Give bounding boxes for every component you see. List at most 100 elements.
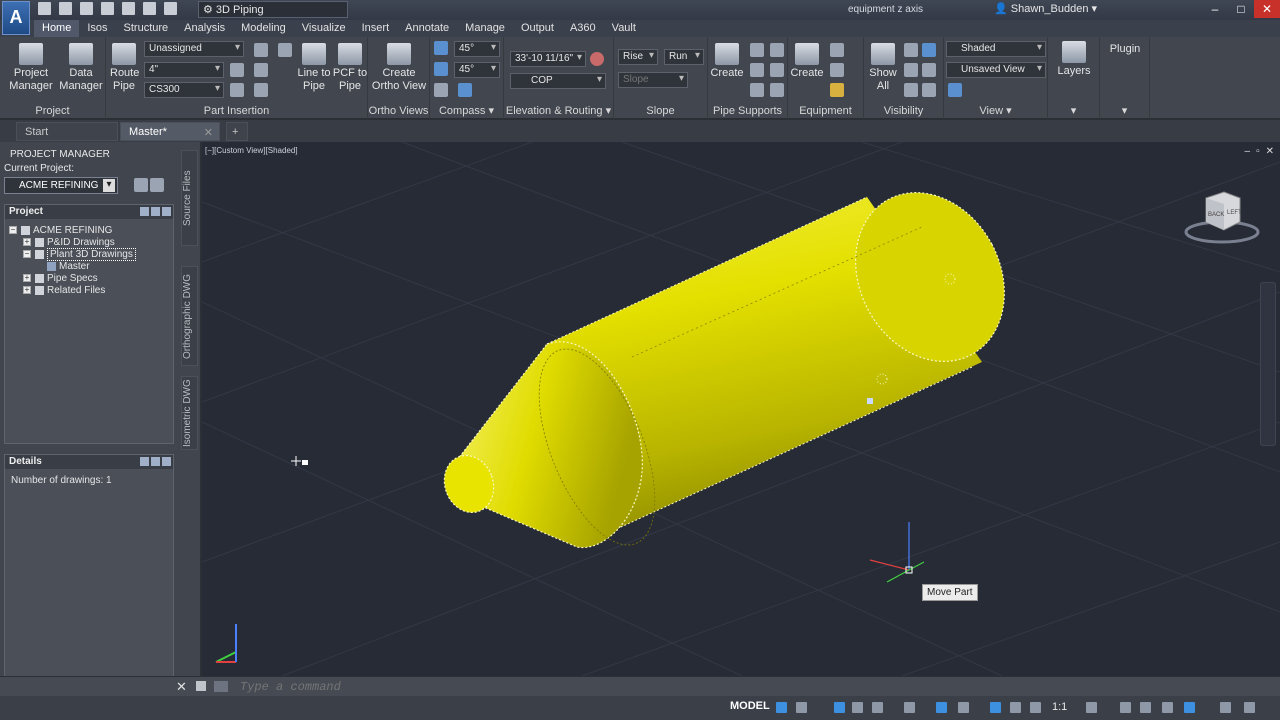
tool-icon-1[interactable] [254, 43, 268, 57]
vp-minimize-icon[interactable]: – [1245, 146, 1251, 157]
support-tool-2[interactable] [770, 43, 784, 57]
close-tab-icon[interactable]: ✕ [204, 126, 213, 139]
side-tab-ortho-dwg[interactable]: Orthographic DWG [181, 266, 198, 366]
pcf-to-pipe-button[interactable]: PCF to Pipe [332, 43, 368, 93]
maximize-button[interactable]: □ [1228, 0, 1254, 18]
drawing-viewport[interactable]: [−][Custom View][Shaded] – ▫ ✕ BACK LEFT… [202, 142, 1280, 676]
tab-start[interactable]: Start [16, 122, 118, 141]
hardware-accel-icon[interactable] [1162, 702, 1173, 713]
isolate-icon[interactable] [1140, 702, 1151, 713]
layers-expand[interactable]: ▾ [1048, 104, 1099, 117]
plugin-expand[interactable]: ▾ [1100, 104, 1149, 117]
panel-label-view[interactable]: View ▾ [944, 104, 1047, 117]
tree-item-acme[interactable]: − ACME REFINING [9, 225, 112, 236]
support-tool-1[interactable] [750, 43, 764, 57]
close-button[interactable]: ✕ [1254, 0, 1280, 18]
expand-icon[interactable]: + [23, 274, 31, 283]
elevation-field[interactable]: 33'-10 11/16" [510, 51, 586, 67]
tree-item-pid[interactable]: + P&ID Drawings [23, 237, 115, 248]
app-menu-button[interactable]: A [2, 1, 30, 35]
line-to-pipe-button[interactable]: Line to Pipe [296, 43, 332, 93]
print-icon[interactable] [122, 2, 135, 15]
visibility-tool-4[interactable] [922, 63, 936, 77]
visibility-tool-6[interactable] [922, 83, 936, 97]
details-btn-2[interactable] [151, 457, 160, 466]
data-manager-button[interactable]: Data Manager [58, 43, 104, 93]
tab-visualize[interactable]: Visualize [294, 20, 354, 37]
project-tool-2[interactable] [150, 178, 164, 192]
equipment-tool-1[interactable] [830, 43, 844, 57]
compass-icon-4[interactable] [458, 83, 472, 97]
visibility-tool-1[interactable] [904, 43, 918, 57]
spec-dropdown[interactable]: CS300 [144, 82, 224, 98]
box-btn-2[interactable] [151, 207, 160, 216]
otrack-toggle-icon[interactable] [958, 702, 969, 713]
command-input[interactable] [240, 679, 1040, 695]
open-icon[interactable] [59, 2, 72, 15]
support-tool-3[interactable] [750, 63, 764, 77]
vp-close-icon[interactable]: ✕ [1266, 146, 1274, 157]
current-project-dropdown[interactable]: ACME REFINING [4, 177, 118, 194]
user-menu[interactable]: 👤 Shawn_Budden ▾ [994, 2, 1097, 15]
expand-icon[interactable]: + [23, 238, 31, 247]
model-space-toggle[interactable]: MODEL [730, 700, 770, 712]
tab-master[interactable]: Master* ✕ [120, 122, 220, 141]
tab-manage[interactable]: Manage [457, 20, 513, 37]
3d-osnap-toggle-icon[interactable] [936, 702, 947, 713]
side-tab-iso-dwg[interactable]: Isometric DWG [181, 376, 198, 450]
tab-analysis[interactable]: Analysis [176, 20, 233, 37]
tree-item-plant3d[interactable]: − Plant 3D Drawings [23, 248, 136, 261]
tab-annotate[interactable]: Annotate [397, 20, 457, 37]
undo-icon[interactable] [143, 2, 156, 15]
named-view-dropdown[interactable]: Unsaved View [946, 62, 1046, 78]
saveas-icon[interactable] [101, 2, 114, 15]
box-btn-3[interactable] [162, 207, 171, 216]
tool-icon-6[interactable] [254, 83, 268, 97]
grid-toggle-icon[interactable] [776, 702, 787, 713]
command-history-icon[interactable] [214, 681, 228, 692]
osnap-toggle-icon[interactable] [904, 702, 915, 713]
workspace-dropdown[interactable]: ⚙ 3D Piping [198, 1, 348, 18]
tool-icon-5[interactable] [230, 83, 244, 97]
tab-insert[interactable]: Insert [354, 20, 398, 37]
command-close-icon[interactable]: ✕ [176, 679, 187, 695]
collapse-icon[interactable]: − [9, 226, 17, 235]
size-dropdown[interactable]: 4" [144, 62, 224, 78]
menu-icon[interactable] [1244, 702, 1255, 713]
support-tool-6[interactable] [770, 83, 784, 97]
project-tool-1[interactable] [134, 178, 148, 192]
annotation-scale[interactable]: 1:1 [1052, 701, 1067, 713]
box-btn-1[interactable] [140, 207, 149, 216]
support-tool-4[interactable] [770, 63, 784, 77]
visual-style-dropdown[interactable]: Shaded [946, 41, 1046, 57]
tree-item-master[interactable]: Master [47, 261, 90, 272]
model-canvas[interactable] [202, 142, 1280, 676]
tab-modeling[interactable]: Modeling [233, 20, 294, 37]
tool-icon-4[interactable] [254, 63, 268, 77]
visibility-tool-2[interactable] [922, 43, 936, 57]
grip-marker[interactable] [867, 398, 873, 404]
layers-button[interactable]: Layers [1052, 41, 1096, 78]
view-tool-icon[interactable] [948, 83, 962, 97]
viewcube[interactable]: BACK LEFT [1180, 190, 1260, 250]
side-tab-source-files[interactable]: Source Files [181, 150, 198, 246]
tab-vault[interactable]: Vault [604, 20, 644, 37]
new-icon[interactable] [38, 2, 51, 15]
transparency-toggle-icon[interactable] [1030, 702, 1041, 713]
show-all-button[interactable]: Show All [866, 43, 900, 93]
tool-icon-3[interactable] [230, 63, 244, 77]
isodraft-toggle-icon[interactable] [872, 702, 883, 713]
create-support-button[interactable]: Create [710, 43, 744, 80]
vp-restore-icon[interactable]: ▫ [1256, 146, 1260, 157]
panel-label-elevation[interactable]: Elevation & Routing ▾ [504, 104, 613, 117]
line-number-dropdown[interactable]: Unassigned [144, 41, 244, 57]
plus-icon[interactable] [1120, 702, 1131, 713]
create-ortho-view-button[interactable]: Create Ortho View [370, 43, 428, 93]
compass-angle-1[interactable]: 45° [454, 41, 500, 57]
tool-icon-2[interactable] [278, 43, 292, 57]
equipment-tool-3[interactable] [830, 83, 844, 97]
tab-isos[interactable]: Isos [79, 20, 115, 37]
run-field[interactable]: Run [664, 49, 704, 65]
equipment-tool-2[interactable] [830, 63, 844, 77]
rise-field[interactable]: Rise [618, 49, 658, 65]
